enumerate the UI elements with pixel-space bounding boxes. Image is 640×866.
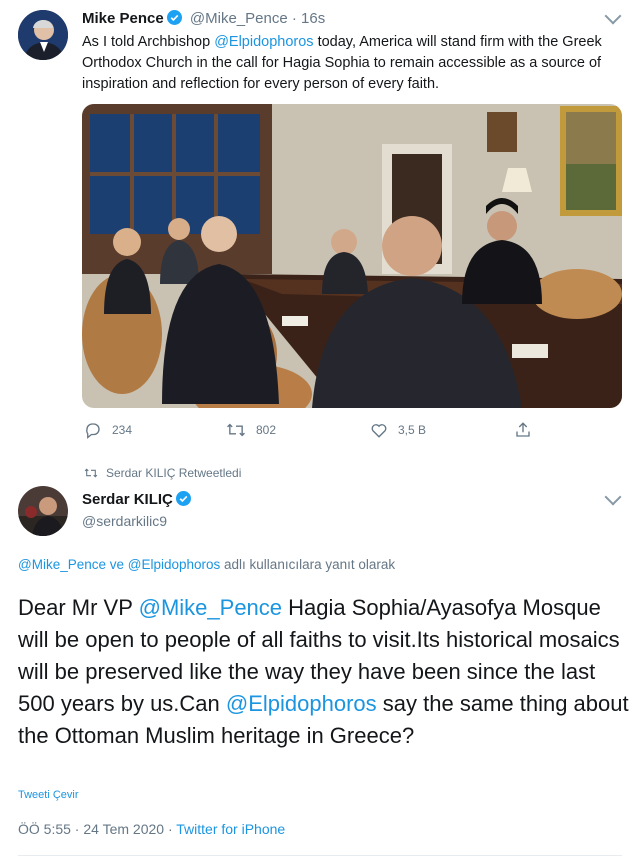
text-part: Dear Mr VP: [18, 595, 139, 620]
verified-icon: [166, 10, 182, 25]
tweet-time[interactable]: 16s: [301, 10, 325, 27]
reply-to-and: ve: [106, 557, 128, 572]
like-count: 3,5 B: [398, 423, 427, 437]
mention-link[interactable]: @Mike_Pence: [18, 557, 106, 572]
share-button[interactable]: [514, 421, 532, 439]
reply-button[interactable]: 234: [84, 421, 132, 439]
retweet-button[interactable]: 802: [226, 421, 276, 439]
mention-link[interactable]: @Elpidophoros: [214, 34, 313, 50]
translate-link[interactable]: Tweeti Çevir: [18, 789, 79, 801]
photo-scene: [82, 104, 622, 408]
author-handle[interactable]: @serdarkilic9: [82, 513, 167, 529]
tweet-timestamp[interactable]: ÖÖ 5:55 · 24 Tem 2020 ·: [18, 821, 176, 837]
retweet-context: Serdar KILIÇ Retweetledi: [84, 466, 241, 480]
tweet1-text: As I told Archbishop @Elpidophoros today…: [82, 32, 627, 95]
tweet1-header: Mike Pence @Mike_Pence · 16s: [82, 10, 325, 27]
share-icon: [516, 422, 530, 437]
author-handle[interactable]: @Mike_Pence: [190, 10, 288, 27]
verified-icon: [175, 491, 191, 506]
source-link[interactable]: Twitter for iPhone: [176, 821, 285, 837]
mention-link[interactable]: @Elpidophoros: [226, 691, 377, 716]
tweet2-author: Serdar KILIÇ: [82, 491, 191, 508]
reply-icon: [86, 423, 100, 439]
retweet-context-text[interactable]: Serdar KILIÇ Retweetledi: [106, 466, 241, 480]
retweet-icon: [227, 423, 245, 437]
tweet-meta: ÖÖ 5:55 · 24 Tem 2020 · Twitter for iPho…: [18, 821, 285, 837]
tweet2-text: Dear Mr VP @Mike_Pence Hagia Sophia/Ayas…: [18, 592, 630, 752]
reply-count: 234: [112, 423, 133, 437]
chevron-down-icon[interactable]: [604, 488, 622, 506]
avatar-photo: [18, 10, 68, 60]
like-button[interactable]: 3,5 B: [370, 421, 426, 439]
mention-link[interactable]: @Elpidophoros: [128, 557, 221, 572]
retweet-count: 802: [256, 423, 277, 437]
retweet-icon: [84, 468, 98, 478]
mention-link[interactable]: @Mike_Pence: [139, 595, 282, 620]
author-name[interactable]: Mike Pence: [82, 10, 164, 27]
reply-to-line: @Mike_Pence ve @Elpidophoros adlı kullan…: [18, 557, 395, 572]
text-part: As I told Archbishop: [82, 34, 215, 50]
author-name[interactable]: Serdar KILIÇ: [82, 491, 173, 508]
avatar-photo: [18, 486, 68, 536]
reply-to-text: adlı kullanıcılara yanıt olarak: [220, 557, 396, 572]
avatar[interactable]: [18, 486, 68, 536]
tweet-media-photo[interactable]: [82, 104, 622, 408]
divider: [18, 855, 622, 856]
chevron-down-icon[interactable]: [604, 7, 622, 25]
avatar[interactable]: [18, 10, 68, 60]
like-icon: [371, 424, 387, 438]
separator: ·: [291, 10, 297, 27]
